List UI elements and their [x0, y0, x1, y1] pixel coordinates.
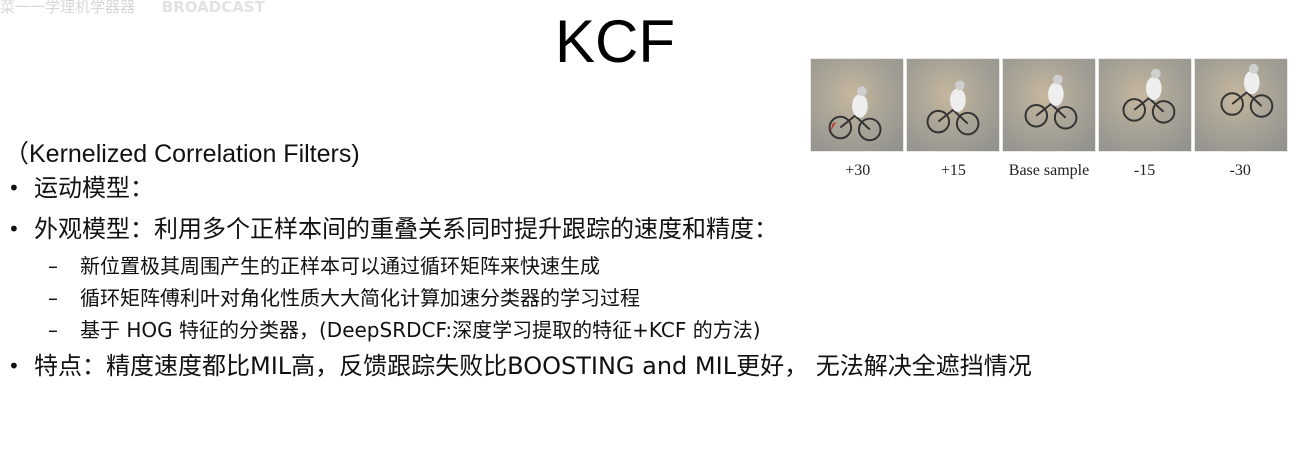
list-item: – 新位置极其周围产生的正样本可以通过循环矩阵来快速生成 — [0, 252, 900, 280]
list-item: • 运动模型： — [0, 172, 900, 204]
bullet-symbol: • — [8, 176, 20, 200]
sample-image-plus-30 — [810, 58, 904, 152]
dash-symbol: – — [48, 254, 58, 278]
sample-image-base — [1002, 58, 1096, 152]
bullet-text: 外观模型：利用多个正样本间的重叠关系同时提升跟踪的速度和精度： — [34, 215, 778, 243]
dash-symbol: – — [48, 286, 58, 310]
list-item: – 基于 HOG 特征的分类器，(DeepSRDCF:深度学习提取的特征+KCF… — [0, 316, 900, 344]
dash-symbol: – — [48, 318, 58, 342]
sample-image-minus-15 — [1098, 58, 1192, 152]
caption-minus-15: -15 — [1133, 162, 1156, 179]
list-item: • 特点：精度速度都比MIL高，反馈跟踪失败比BOOSTING and MIL更… — [0, 350, 1200, 382]
bullet-text: 运动模型： — [34, 174, 154, 202]
slide-subtitle: （Kernelized Correlation Filters) — [4, 140, 360, 168]
bullet-symbol: • — [8, 217, 20, 241]
sample-thumbnails — [810, 58, 1288, 152]
list-item: • 外观模型：利用多个正样本间的重叠关系同时提升跟踪的速度和精度： — [0, 213, 900, 245]
bullet-text: 特点：精度速度都比MIL高，反馈跟踪失败比BOOSTING and MIL更好，… — [34, 352, 1032, 380]
sample-image-plus-15 — [906, 58, 1000, 152]
sample-image-minus-30 — [1194, 58, 1288, 152]
bullet-text: 基于 HOG 特征的分类器，(DeepSRDCF:深度学习提取的特征+KCF 的… — [80, 318, 761, 342]
bullet-symbol: • — [8, 354, 20, 378]
caption-minus-30: -30 — [1229, 162, 1251, 179]
caption-base-sample: Base sample — [1008, 162, 1090, 179]
bullet-text: 新位置极其周围产生的正样本可以通过循环矩阵来快速生成 — [80, 254, 600, 278]
bullet-text: 循环矩阵傅利叶对角化性质大大简化计算加速分类器的学习过程 — [80, 286, 640, 310]
shifted-samples-figure: +30 +15 Base sample -15 -30 — [810, 58, 1288, 188]
caption-plus-15: +15 — [940, 162, 966, 179]
list-item: – 循环矩阵傅利叶对角化性质大大简化计算加速分类器的学习过程 — [0, 284, 900, 312]
